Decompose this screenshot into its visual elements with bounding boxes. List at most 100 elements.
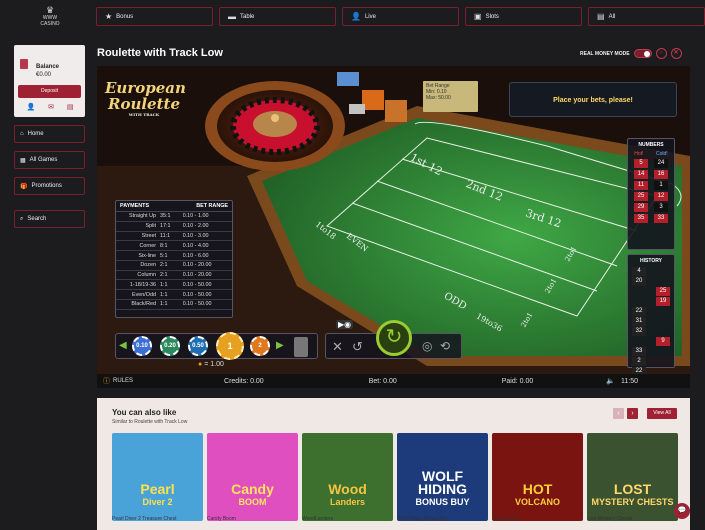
chip-value-text: = 1.00 <box>204 361 224 368</box>
volume-icon[interactable]: 🔈 <box>606 377 615 385</box>
chip-value: ● = 1.00 <box>198 361 224 368</box>
chip-0-10[interactable]: 0.10 <box>132 336 152 356</box>
cold-number: 33 <box>654 214 668 223</box>
spin-button[interactable]: ↻ <box>376 320 412 356</box>
sidebar-item-home[interactable]: ⌂ Home <box>14 125 85 143</box>
game-caption[interactable]: WoodLanders <box>302 516 333 521</box>
chip-1[interactable]: 1 <box>216 332 244 360</box>
live-icon: 👤 <box>351 12 361 21</box>
game-thumbnail[interactable]: Candy BOOM Candy Boom <box>207 433 298 521</box>
sidebar: Balance €0.00 Deposit 👤 ✉ ▤ ⌂ Home ▦ All G… <box>14 45 85 231</box>
clear-bets-icon[interactable]: ✕ <box>332 339 343 355</box>
tab-all[interactable]: ▤ All <box>588 7 705 26</box>
search-button[interactable]: ⌕ Search <box>14 210 85 228</box>
game-caption[interactable]: Lost Mystery Chests <box>587 516 632 521</box>
chip-selector: ◀ 0.10 0.20 0.50 1 2 ▶ ● = 1.00 <box>115 332 318 368</box>
game-thumbnail[interactable]: Pearl Diver 2 Pearl Diver 2 Treasure Chest <box>112 433 203 521</box>
prev-arrow-icon[interactable]: ‹ <box>613 408 624 419</box>
hot-number: 5 <box>634 159 648 168</box>
tab-label: Bonus <box>116 13 134 20</box>
real-money-label: REAL MONEY MODE <box>580 50 630 57</box>
balance-card: Balance €0.00 Deposit 👤 ✉ ▤ <box>14 45 85 117</box>
status-message: Place your bets, please! <box>509 82 677 117</box>
history-title: HISTORY <box>640 258 662 264</box>
cold-number: 12 <box>654 192 668 201</box>
wheel-turret <box>271 114 279 122</box>
account-icons: 👤 ✉ ▤ <box>20 103 80 111</box>
tab-bonus[interactable]: ★ Bonus <box>96 7 213 26</box>
chip-2[interactable]: 2 <box>250 336 270 356</box>
view-all-button[interactable]: View All <box>647 408 677 419</box>
cashier-icon[interactable]: ▤ <box>67 103 74 111</box>
sidebar-item-all-games[interactable]: ▦ All Games <box>14 151 85 169</box>
table-row: Even/Odd 1:1 0.10 - 50.00 <box>116 289 232 301</box>
undo-icon[interactable]: ↺ <box>352 339 363 355</box>
payments-header: PAYMENTS <box>120 203 150 209</box>
deposit-button[interactable]: Deposit <box>18 85 81 98</box>
wallet-icon <box>20 59 28 69</box>
chip-prev-icon[interactable]: ◀ <box>119 340 127 351</box>
history-number: 25 <box>656 287 670 296</box>
game-caption[interactable]: Pearl Diver 2 Treasure Chest <box>112 516 176 521</box>
tab-slots[interactable]: ▣ Slots <box>465 7 582 26</box>
table-row: Street 11:1 0.10 - 3.00 <box>116 231 232 242</box>
table-row: Column 2:1 0.10 - 20.00 <box>116 270 232 281</box>
credits-value: Credits: 0.00 <box>224 377 264 385</box>
game-logo-line2: Roulette <box>107 95 181 113</box>
cold-number: 3 <box>654 203 668 212</box>
double-icon[interactable]: ◎ <box>422 339 432 353</box>
page-title: Roulette with Track Low <box>97 47 223 59</box>
chip-next-icon[interactable]: ▶ <box>276 340 284 351</box>
rebet-icon[interactable]: ⟲ <box>440 339 450 353</box>
top-nav: ★ Bonus ▬ Table 👤 Live ▣ Slots ▤ All <box>96 7 705 26</box>
history-number: 32 <box>632 327 646 336</box>
table-row: 1-18/19-36 1:1 0.10 - 50.00 <box>116 279 232 291</box>
coin-icon: ● <box>198 361 203 368</box>
chat-icon[interactable]: 💬 <box>674 503 690 519</box>
tab-table[interactable]: ▬ Table <box>219 7 336 26</box>
game-caption[interactable]: Wolf Hiding Bonus Buy <box>397 516 448 521</box>
real-money-toggle[interactable] <box>633 49 652 58</box>
balance-value: €0.00 <box>36 72 52 78</box>
sidebar-item-promotions[interactable]: 🎁 Promotions <box>14 177 85 195</box>
game-thumbnail[interactable]: LOST MYSTERY CHESTS Lost Mystery Chests <box>587 433 678 521</box>
sidebar-item-label: Promotions <box>31 183 62 189</box>
chip-stack-icon[interactable] <box>294 337 308 357</box>
messages-icon[interactable]: ✉ <box>48 103 54 111</box>
game-thumbnail[interactable]: HOT VOLCANO Hot Volcano <box>492 433 583 521</box>
table-row: Straight Up 35:1 0.10 - 1.00 <box>116 212 232 222</box>
sidebar-item-label: All Games <box>29 157 58 163</box>
game-thumbnail[interactable]: Wood Landers WoodLanders <box>302 433 393 521</box>
history-number: 31 <box>632 317 646 326</box>
autoplay-icon[interactable]: ▶◉ <box>336 320 354 329</box>
table-row: Black/Red 1:1 0.10 - 50.00 <box>116 299 232 310</box>
slots-icon: ▣ <box>474 12 482 21</box>
close-icon[interactable]: ✕ <box>670 48 682 59</box>
history-number: 33 <box>632 347 646 356</box>
casino-logo[interactable]: ♛ WWW CASINO <box>30 6 70 28</box>
user-icon[interactable]: 👤 <box>26 103 35 111</box>
tab-live[interactable]: 👤 Live <box>342 7 459 26</box>
rules-link[interactable]: RULES <box>113 378 133 384</box>
recommendations-subtitle: Similar to Roulette with Track Low <box>112 419 188 425</box>
game-frame[interactable]: European Roulette WITH TRACK 1st 12 2nd … <box>97 66 690 388</box>
game-thumbnail[interactable]: WOLF HIDING BONUS BUY Wolf Hiding Bonus Bu… <box>397 433 488 521</box>
cold-number: 1 <box>654 181 668 190</box>
thumbnail-art-title: HOT VOLCANO <box>515 481 560 507</box>
next-arrow-icon[interactable]: › <box>627 408 638 419</box>
numbers-panel: NUMBERS Hot! Cold! 5 24 14 16 11 1 25 12 29 3 35 33 <box>627 138 675 250</box>
game-caption[interactable]: Candy Boom <box>207 516 236 521</box>
hot-number: 11 <box>634 181 648 190</box>
game-caption[interactable]: Hot Volcano <box>492 516 519 521</box>
chip-0-50[interactable]: 0.50 <box>188 336 208 356</box>
history-number: 2 <box>632 357 646 366</box>
logo-line2: CASINO <box>40 21 60 27</box>
fullscreen-icon[interactable]: ○ <box>655 48 667 59</box>
hot-number: 25 <box>634 192 648 201</box>
recommendations-title: You can also like <box>112 408 177 417</box>
info-icon[interactable]: ⓘ <box>103 376 110 386</box>
history-number: 9 <box>656 337 670 346</box>
tab-label: Slots <box>485 13 499 20</box>
chip-0-20[interactable]: 0.20 <box>160 336 180 356</box>
history-number: 20 <box>632 277 646 286</box>
